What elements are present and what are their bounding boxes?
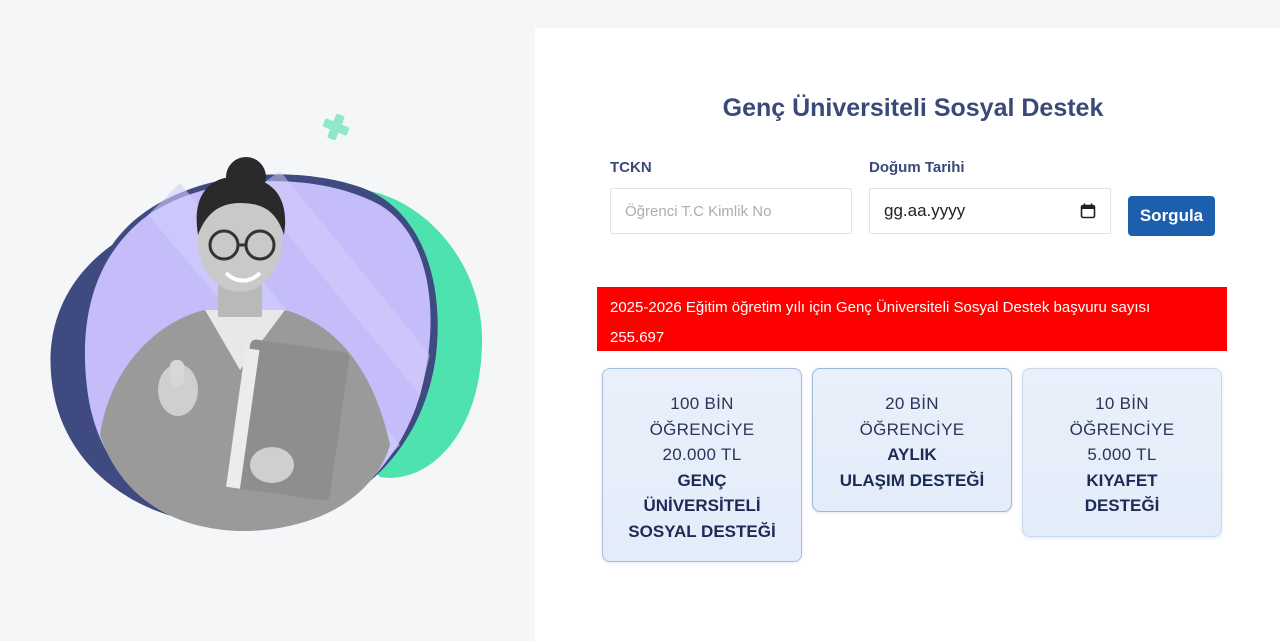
card-line: 20.000 TL: [662, 445, 742, 464]
left-panel: [0, 0, 535, 641]
card-line: 5.000 TL: [1087, 445, 1157, 464]
tckn-input[interactable]: [610, 188, 852, 234]
support-card-transport: 20 BİN ÖĞRENCİYE AYLIK ULAŞIM DESTEĞİ: [812, 368, 1012, 512]
card-title: GENÇ: [677, 470, 727, 490]
application-count: 255.697: [610, 329, 665, 346]
card-line: 20 BİN: [885, 394, 939, 413]
card-title: AYLIK: [887, 445, 937, 464]
birth-date-placeholder: gg.aa.yyyy: [884, 201, 966, 220]
birth-date-label: Doğum Tarihi: [869, 159, 965, 176]
support-card-social: 100 BİN ÖĞRENCİYE 20.000 TL GENÇ ÜNİVERS…: [602, 368, 802, 562]
application-count-notice: 2025-2026 Eğitim öğretim yılı için Genç …: [597, 287, 1227, 351]
card-line: ÖĞRENCİYE: [649, 419, 755, 439]
tckn-label: TCKN: [610, 159, 652, 176]
card-line: 10 BİN: [1095, 394, 1149, 413]
page-title: Genç Üniversiteli Sosyal Destek: [722, 94, 1104, 122]
query-button[interactable]: Sorgula: [1128, 196, 1215, 236]
calendar-icon[interactable]: [1080, 203, 1096, 219]
card-title: DESTEĞİ: [1084, 496, 1160, 515]
card-line: ÖĞRENCİYE: [859, 419, 965, 439]
notice-text: 2025-2026 Eğitim öğretim yılı için Genç …: [610, 299, 1151, 316]
card-line: ÖĞRENCİYE: [1069, 419, 1175, 439]
card-title: ÜNİVERSİTELİ: [643, 496, 761, 515]
query-panel: Genç Üniversiteli Sosyal Destek TCKN Doğ…: [535, 28, 1280, 641]
card-title: ULAŞIM DESTEĞİ: [839, 470, 985, 490]
hero-illustration: [50, 113, 483, 532]
card-title: SOSYAL DESTEĞİ: [628, 521, 776, 541]
plus-icon: [322, 113, 350, 141]
support-card-clothing: 10 BİN ÖĞRENCİYE 5.000 TL KIYAFET DESTEĞ…: [1022, 368, 1222, 537]
card-title: KIYAFET: [1086, 470, 1158, 490]
birth-date-input[interactable]: gg.aa.yyyy: [869, 188, 1111, 234]
card-line: 100 BİN: [670, 394, 734, 413]
